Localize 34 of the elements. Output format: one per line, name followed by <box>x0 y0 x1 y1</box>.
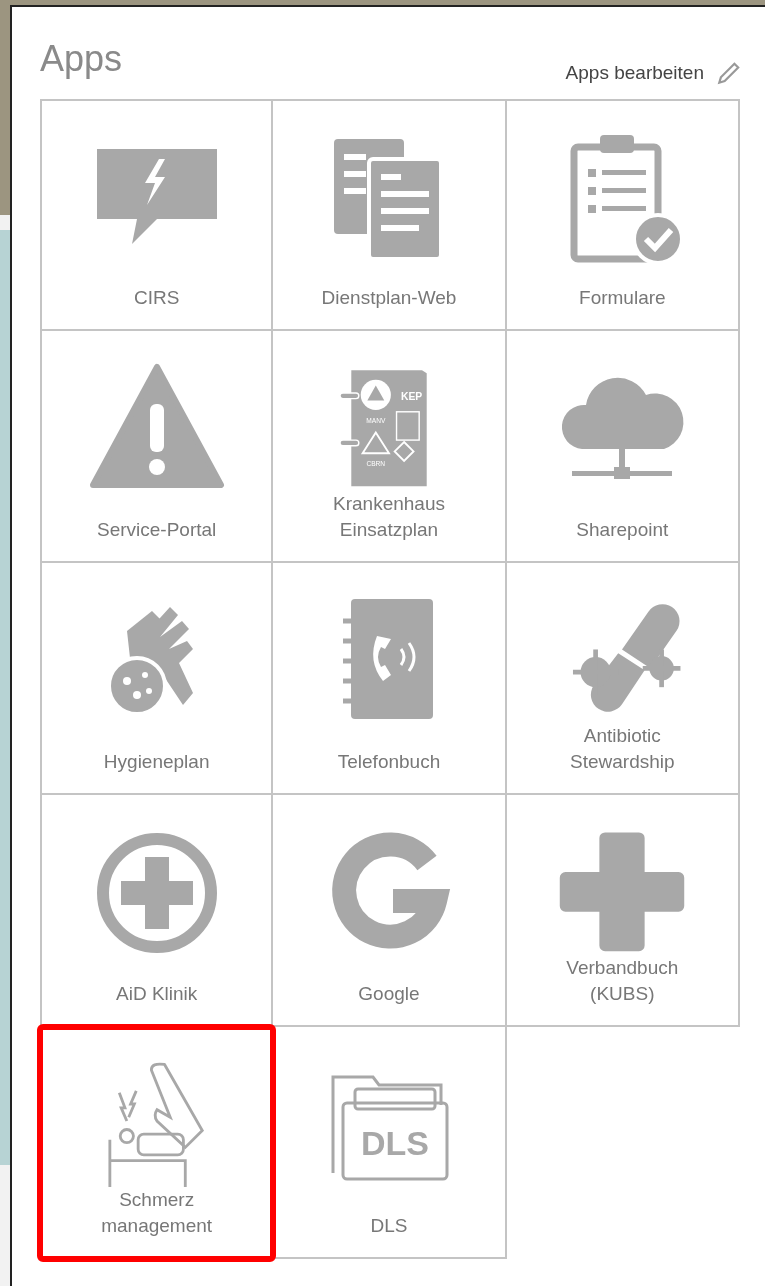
app-tile[interactable]: DLS DLS <box>273 1027 507 1259</box>
app-label: Telefonbuch <box>337 750 441 774</box>
app-label: Hygieneplan <box>103 750 210 774</box>
app-tile[interactable]: Antibiotic Stewardship <box>506 563 740 795</box>
folder-icon <box>331 1075 449 1181</box>
app-tile[interactable]: Hygieneplan <box>40 563 274 795</box>
app-label: Krankenhaus Einsatzplan <box>333 492 445 542</box>
app-tile[interactable]: Formulare <box>506 99 740 331</box>
app-label: CIRS <box>133 286 180 310</box>
app-label: AiD Klinik <box>116 982 198 1006</box>
icon-label: DLS <box>361 1124 429 1162</box>
app-label: Sharepoint <box>576 518 669 542</box>
plan-booklet-icon <box>339 370 427 487</box>
app-label: Formulare <box>579 286 666 310</box>
icon-label: KEP <box>400 391 423 403</box>
app-tile[interactable]: Verbandbuch (KUBS) <box>506 795 740 1027</box>
app-tile[interactable]: CIRS <box>40 99 274 331</box>
app-tile[interactable]: Telefonbuch <box>273 563 507 795</box>
app-label: Antibiotic Stewardship <box>570 724 675 774</box>
edit-apps-link[interactable]: Apps bearbeiten <box>565 58 742 87</box>
app-label: Service-Portal <box>97 518 217 542</box>
app-label: Verbandbuch (KUBS) <box>566 956 679 1006</box>
app-tile[interactable]: AiD Klinik <box>40 795 274 1027</box>
app-tile[interactable]: Schmerz management <box>40 1027 274 1259</box>
app-tile[interactable]: Dienstplan-Web <box>273 99 507 331</box>
app-label: DLS <box>370 1214 408 1238</box>
pencil-icon <box>716 59 742 86</box>
app-label: Google <box>358 982 420 1006</box>
app-tile[interactable]: Sharepoint <box>506 331 740 563</box>
app-label: Schmerz management <box>101 1188 213 1238</box>
app-tile[interactable]: Google <box>273 795 507 1027</box>
app-label: Dienstplan-Web <box>321 286 457 310</box>
panel-title: Apps <box>40 41 123 77</box>
app-tile[interactable]: Service-Portal <box>40 331 274 563</box>
